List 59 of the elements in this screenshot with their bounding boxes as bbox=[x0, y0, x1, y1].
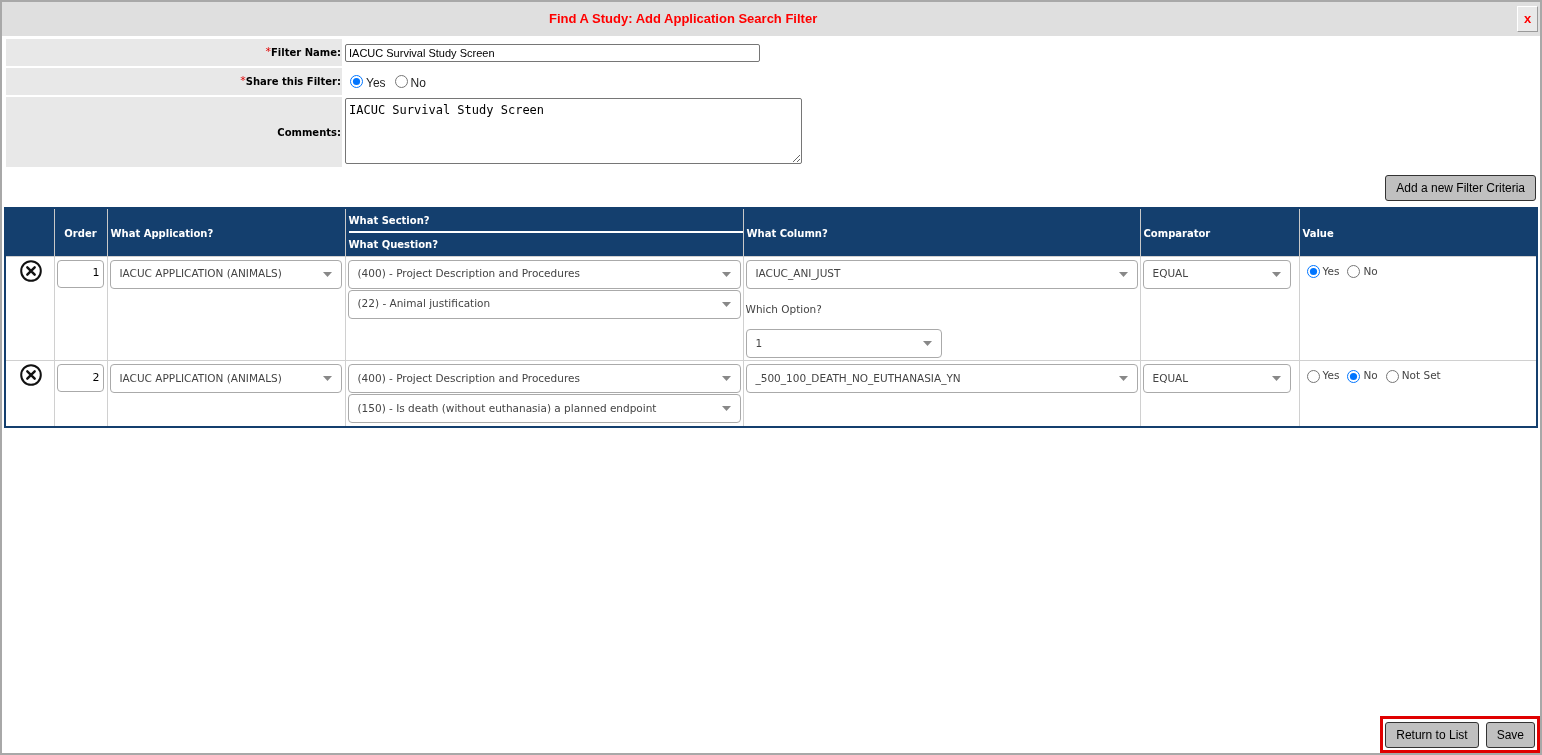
caret-icon bbox=[922, 341, 932, 347]
caret-icon bbox=[721, 376, 731, 382]
caret-icon bbox=[1271, 376, 1281, 382]
dropdown[interactable]: IACUC_ANI_JUST bbox=[745, 259, 1138, 289]
order-field[interactable]: 2 bbox=[56, 364, 104, 393]
radio-button[interactable] bbox=[1306, 369, 1320, 383]
field-label: Comments: bbox=[277, 125, 341, 140]
required-mark: * bbox=[240, 73, 246, 90]
footer-button[interactable]: Return to List bbox=[1385, 722, 1479, 748]
radio-label: No bbox=[1363, 263, 1378, 279]
caret-icon bbox=[322, 376, 332, 382]
radio-label: No bbox=[410, 75, 426, 92]
order-field[interactable]: 1 bbox=[56, 259, 104, 288]
column-header: What Question? bbox=[348, 237, 438, 252]
filter-name-field[interactable]: IACUC Survival Study Screen bbox=[345, 43, 760, 62]
dialog-title: Find A Study: Add Application Search Filter bbox=[549, 10, 818, 29]
dropdown[interactable]: EQUAL bbox=[1142, 259, 1291, 289]
column-header: Order bbox=[64, 228, 97, 240]
column-header: What Column? bbox=[746, 228, 828, 240]
caret-icon bbox=[1118, 271, 1128, 277]
dropdown[interactable]: _500_100_DEATH_NO_EUTHANASIA_YN bbox=[745, 364, 1138, 394]
field-label: Filter Name: bbox=[271, 46, 341, 60]
dropdown[interactable]: (400) - Project Description and Procedures bbox=[347, 364, 741, 394]
field-label: Share this Filter: bbox=[245, 75, 341, 89]
dropdown[interactable]: EQUAL bbox=[1142, 364, 1291, 394]
column-header: What Section? bbox=[348, 213, 430, 228]
caret-icon bbox=[322, 271, 332, 277]
dropdown[interactable]: (400) - Project Description and Procedures bbox=[347, 259, 741, 289]
radio-label: Yes bbox=[1322, 263, 1340, 279]
radio-button[interactable] bbox=[1385, 369, 1399, 383]
column-header: Value bbox=[1302, 228, 1334, 240]
dropdown[interactable]: 1 bbox=[745, 329, 942, 359]
dropdown[interactable]: IACUC APPLICATION (ANIMALS) bbox=[109, 259, 342, 289]
radio-button[interactable] bbox=[394, 75, 408, 88]
radio-label: Yes bbox=[366, 75, 386, 92]
radio-button[interactable] bbox=[1306, 264, 1320, 278]
radio-label: Yes bbox=[1322, 368, 1340, 384]
caret-icon bbox=[721, 301, 731, 307]
radio-label: No bbox=[1363, 368, 1378, 384]
option-label: Which Option? bbox=[745, 301, 822, 317]
dropdown[interactable]: (22) - Animal justification bbox=[347, 289, 741, 319]
required-mark: * bbox=[265, 44, 271, 61]
radio-button[interactable] bbox=[1347, 369, 1361, 383]
column-header: Comparator bbox=[1143, 228, 1211, 240]
caret-icon bbox=[721, 406, 731, 412]
column-header: What Application? bbox=[110, 228, 214, 240]
caret-icon bbox=[1271, 271, 1281, 277]
comments-field[interactable]: IACUC Survival Study Screen bbox=[345, 98, 802, 164]
radio-button[interactable] bbox=[350, 75, 363, 88]
radio-button[interactable] bbox=[1347, 264, 1361, 278]
dropdown[interactable]: IACUC APPLICATION (ANIMALS) bbox=[109, 364, 342, 394]
circled-x-icon[interactable] bbox=[19, 364, 42, 387]
dropdown[interactable]: (150) - Is death (without euthanasia) a planned endpoint bbox=[347, 394, 741, 424]
circled-x-icon[interactable] bbox=[19, 259, 42, 282]
add-filter-criteria-button[interactable]: Add a new Filter Criteria bbox=[1385, 175, 1536, 201]
caret-icon bbox=[721, 271, 731, 277]
footer-button[interactable]: Save bbox=[1485, 722, 1535, 748]
radio-label: Not Set bbox=[1401, 368, 1441, 384]
caret-icon bbox=[1118, 376, 1128, 382]
